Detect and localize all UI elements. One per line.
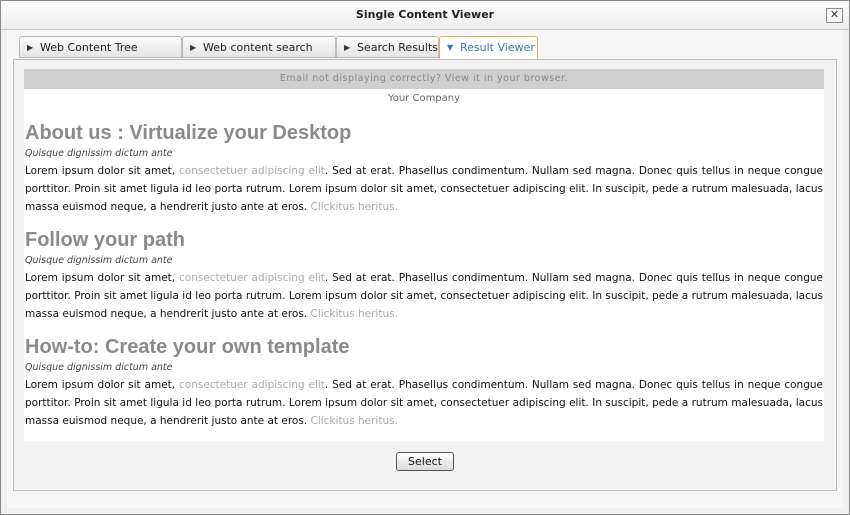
inline-link[interactable]: consectetuer adipiscing elit [179, 379, 325, 391]
window-title: Single Content Viewer [355, 8, 495, 21]
clickitus-link[interactable]: Clickitus heritus. [310, 308, 397, 320]
inline-link[interactable]: consectetuer adipiscing elit [179, 165, 325, 177]
section-title: Follow your path [25, 229, 185, 251]
close-button[interactable]: ✕ [826, 8, 843, 23]
company-name: Your Company [387, 93, 461, 104]
tab-result-viewer[interactable]: ▼ Result Viewer [439, 36, 538, 59]
section-body: Lorem ipsum dolor sit amet, consectetuer… [25, 376, 823, 430]
section-body: Lorem ipsum dolor sit amet, consectetuer… [25, 269, 823, 323]
section-subtitle: Quisque dignissim dictum ante [25, 255, 173, 266]
section-title: How-to: Create your own template [25, 336, 350, 358]
body-text: Lorem ipsum dolor sit amet, [25, 165, 179, 177]
triangle-right-icon: ▶ [344, 43, 351, 52]
tab-label: Search Results [357, 41, 439, 54]
tab-search-results[interactable]: ▶ Search Results [336, 36, 439, 58]
section-title: About us : Virtualize your Desktop [25, 122, 352, 144]
section-body: Lorem ipsum dolor sit amet, consectetuer… [25, 162, 823, 216]
tab-web-content-tree-selector[interactable]: ▶ Web Content Tree Selector [19, 36, 182, 76]
triangle-down-icon: ▼ [447, 43, 454, 52]
section-subtitle: Quisque dignissim dictum ante [25, 148, 173, 159]
body-text: Lorem ipsum dolor sit amet, [25, 272, 179, 284]
email-section-about-us: About us : Virtualize your Desktop Quisq… [25, 121, 823, 216]
inline-link[interactable]: consectetuer adipiscing elit [179, 272, 325, 284]
email-preview: Email not displaying correctly? View it … [24, 69, 824, 441]
browser-view-notice[interactable]: Email not displaying correctly? View it … [24, 69, 824, 89]
tab-web-content-search-form[interactable]: ▶ Web content search form [182, 36, 336, 76]
body-text: Lorem ipsum dolor sit amet, [25, 379, 179, 391]
select-button[interactable]: Select [396, 452, 454, 471]
email-section-how-to: How-to: Create your own template Quisque… [25, 335, 823, 430]
clickitus-link[interactable]: Clickitus heritus. [310, 201, 397, 213]
tab-label: Result Viewer [460, 41, 535, 54]
email-section-follow-your-path: Follow your path Quisque dignissim dictu… [25, 228, 823, 323]
title-bar: Single Content Viewer ✕ [1, 1, 849, 30]
section-subtitle: Quisque dignissim dictum ante [25, 362, 173, 373]
clickitus-link[interactable]: Clickitus heritus. [310, 415, 397, 427]
triangle-right-icon: ▶ [190, 43, 197, 52]
triangle-right-icon: ▶ [27, 43, 34, 52]
